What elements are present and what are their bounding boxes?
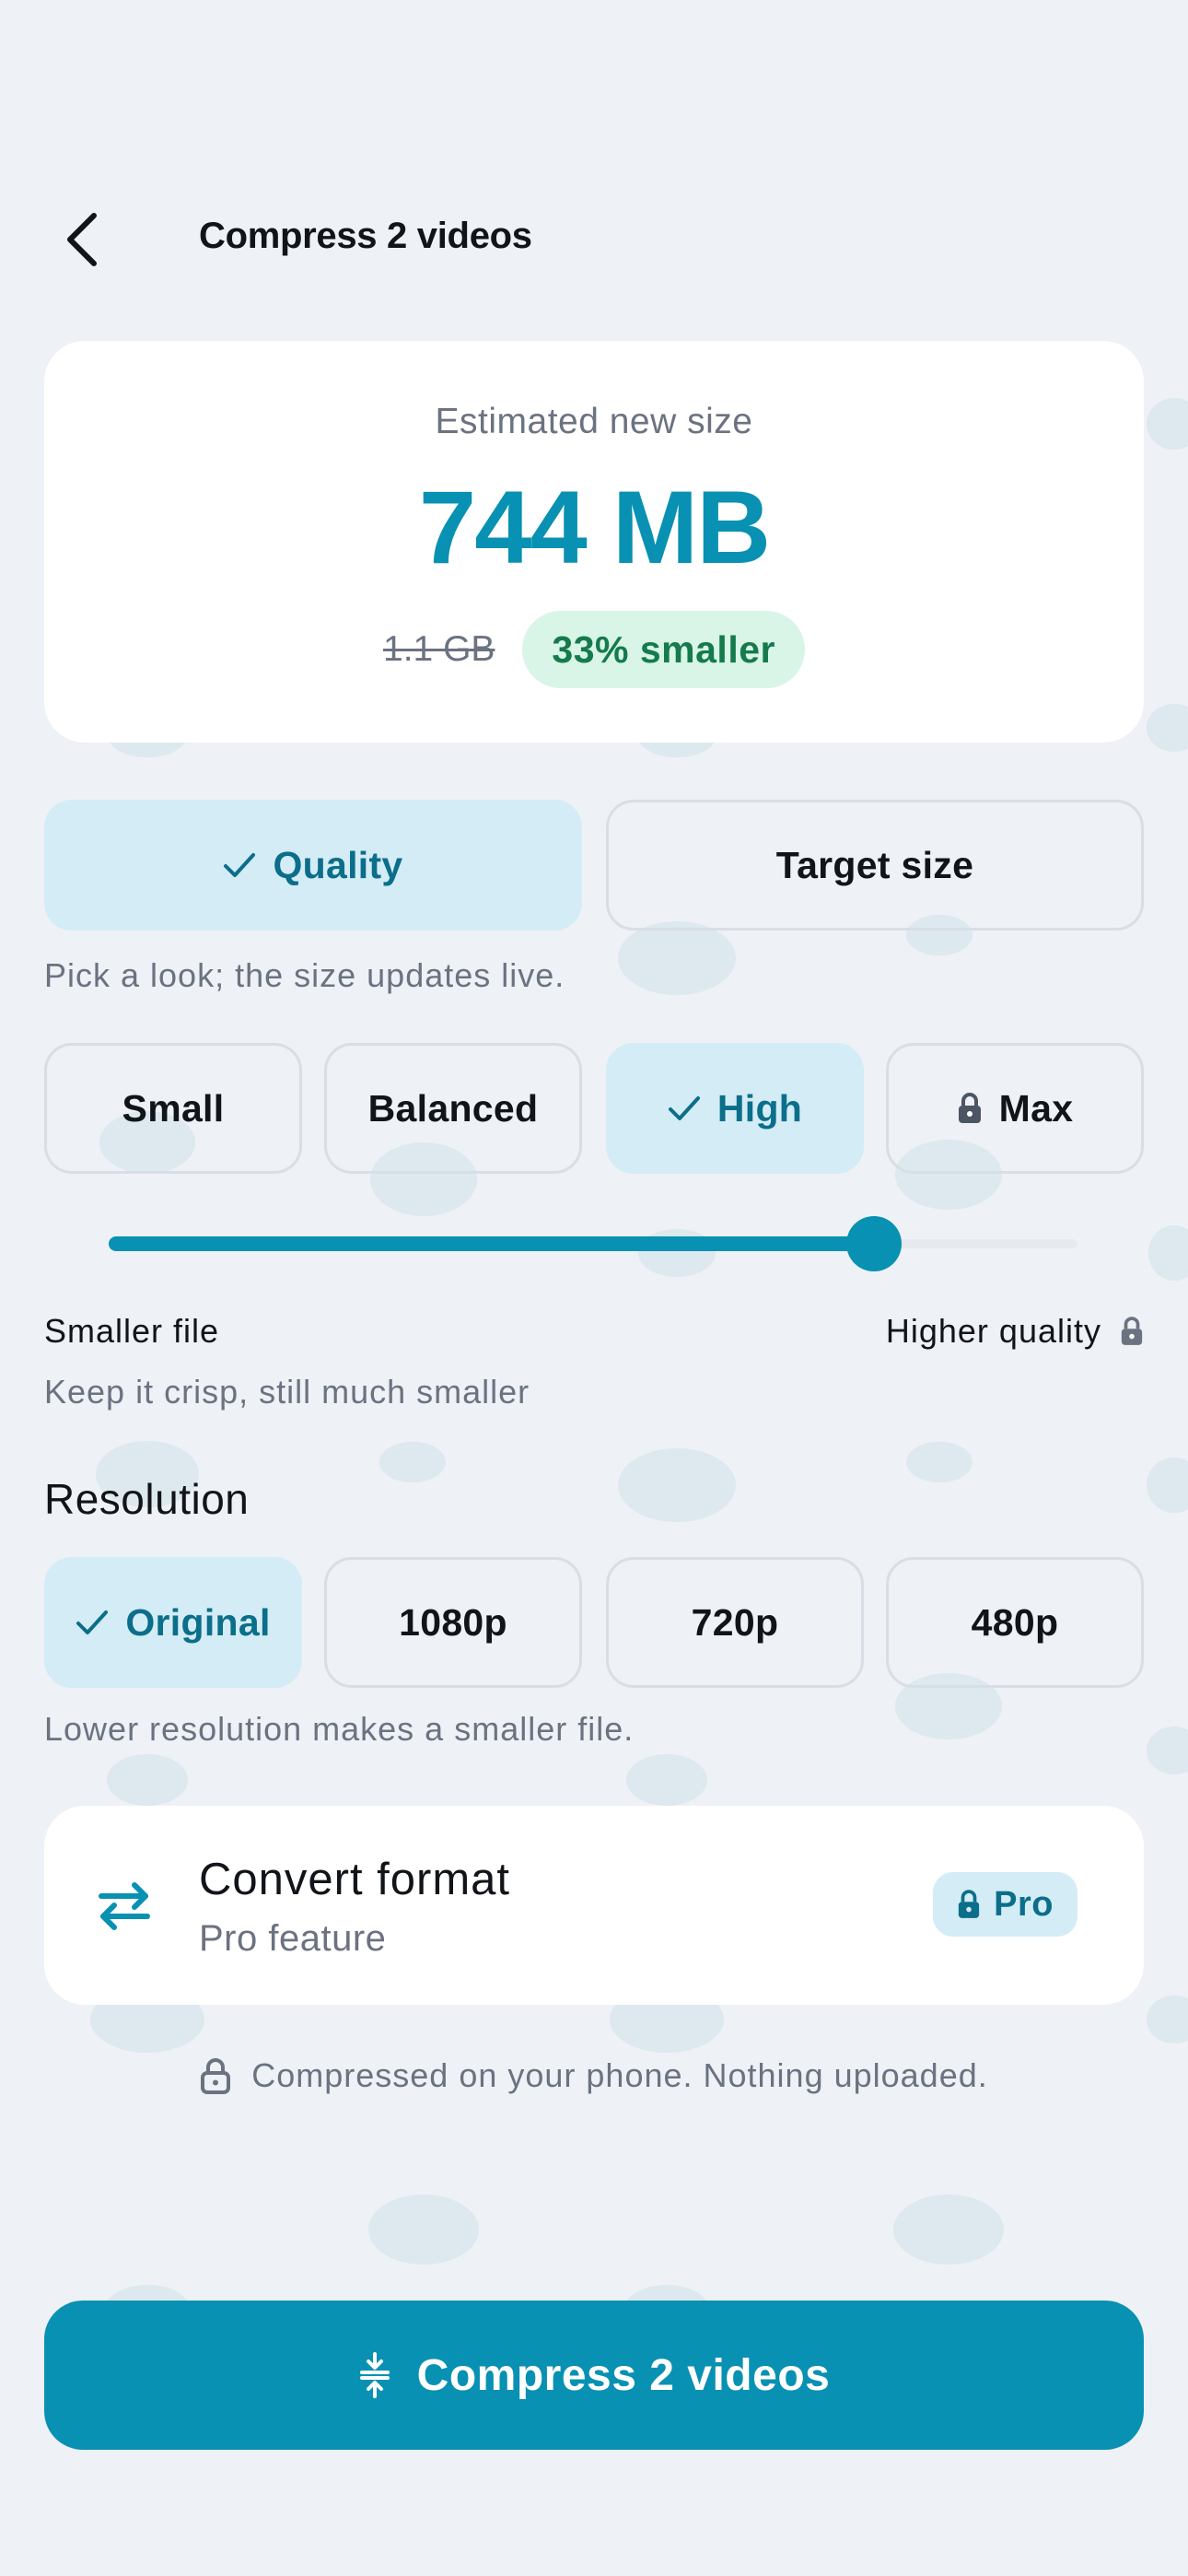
pro-badge-label: Pro bbox=[994, 1884, 1054, 1924]
lock-icon bbox=[958, 1890, 980, 1918]
compress-icon bbox=[359, 2352, 390, 2398]
convert-format-subtitle: Pro feature bbox=[199, 1918, 387, 1959]
resolution-hint: Lower resolution makes a smaller file. bbox=[44, 1710, 635, 1748]
size-comparison: 1.1 GB 33% smaller bbox=[44, 611, 1144, 688]
lock-outline-icon bbox=[201, 2058, 231, 2094]
quality-hint: Pick a look; the size updates live. bbox=[44, 956, 565, 994]
resolution-1080p-label: 1080p bbox=[399, 1600, 507, 1644]
tab-quality-label: Quality bbox=[273, 843, 403, 886]
resolution-480p[interactable]: 480p bbox=[886, 1557, 1144, 1688]
resolution-480p-label: 480p bbox=[971, 1600, 1059, 1644]
compress-button-label: Compress 2 videos bbox=[416, 2350, 831, 2400]
lock-icon bbox=[1121, 1317, 1143, 1345]
estimate-label: Estimated new size bbox=[435, 402, 753, 441]
slider-thumb[interactable] bbox=[846, 1216, 902, 1271]
privacy-note: Compressed on your phone. Nothing upload… bbox=[0, 2056, 1188, 2095]
slider-max-label-group: Higher quality bbox=[886, 1312, 1144, 1351]
slider-caption: Keep it crisp, still much smaller bbox=[44, 1373, 530, 1411]
quality-slider[interactable] bbox=[109, 1216, 1077, 1271]
estimated-size: 744 MB bbox=[418, 470, 771, 585]
slider-min-label: Smaller file bbox=[44, 1312, 220, 1350]
chevron-left-icon bbox=[67, 213, 97, 266]
slider-max-label: Higher quality bbox=[885, 1312, 1101, 1350]
estimate-card: Estimated new size 744 MB 1.1 GB 33% sma… bbox=[44, 341, 1144, 743]
resolution-original[interactable]: Original bbox=[44, 1557, 302, 1688]
pro-badge: Pro bbox=[933, 1872, 1077, 1937]
convert-format-title: Convert format bbox=[199, 1855, 511, 1904]
compress-button[interactable]: Compress 2 videos bbox=[44, 2301, 1144, 2450]
preset-balanced[interactable]: Balanced bbox=[324, 1043, 582, 1174]
convert-format-row[interactable]: Convert format Pro feature Pro bbox=[44, 1806, 1144, 2005]
content: Compress 2 videos Estimated new size 744… bbox=[0, 0, 1188, 2576]
preset-balanced-label: Balanced bbox=[367, 1086, 539, 1130]
check-icon bbox=[76, 1610, 109, 1634]
savings-badge: 33% smaller bbox=[522, 611, 805, 688]
resolution-720p[interactable]: 720p bbox=[606, 1557, 864, 1688]
screen: Compress 2 videos Estimated new size 744… bbox=[0, 0, 1188, 2576]
preset-high-label: High bbox=[716, 1086, 803, 1130]
preset-small[interactable]: Small bbox=[44, 1043, 302, 1174]
resolution-720p-label: 720p bbox=[691, 1600, 779, 1644]
original-size: 1.1 GB bbox=[383, 629, 495, 669]
preset-high[interactable]: High bbox=[606, 1043, 864, 1174]
back-button[interactable] bbox=[44, 195, 118, 284]
check-icon bbox=[224, 853, 256, 877]
slider-fill bbox=[109, 1236, 874, 1251]
preset-small-label: Small bbox=[122, 1086, 225, 1130]
lock-icon bbox=[958, 1093, 981, 1123]
preset-max[interactable]: Max bbox=[886, 1043, 1144, 1174]
privacy-note-text: Compressed on your phone. Nothing upload… bbox=[251, 2056, 988, 2094]
resolution-title: Resolution bbox=[44, 1475, 250, 1523]
tab-target-size[interactable]: Target size bbox=[606, 800, 1144, 931]
tab-quality[interactable]: Quality bbox=[44, 800, 582, 931]
resolution-1080p[interactable]: 1080p bbox=[324, 1557, 582, 1688]
page-title: Compress 2 videos bbox=[199, 216, 532, 256]
resolution-original-label: Original bbox=[125, 1600, 271, 1644]
check-icon bbox=[668, 1096, 700, 1120]
preset-max-label: Max bbox=[998, 1086, 1074, 1130]
tab-target-size-label: Target size bbox=[775, 843, 974, 886]
swap-arrows-icon bbox=[99, 1882, 150, 1930]
